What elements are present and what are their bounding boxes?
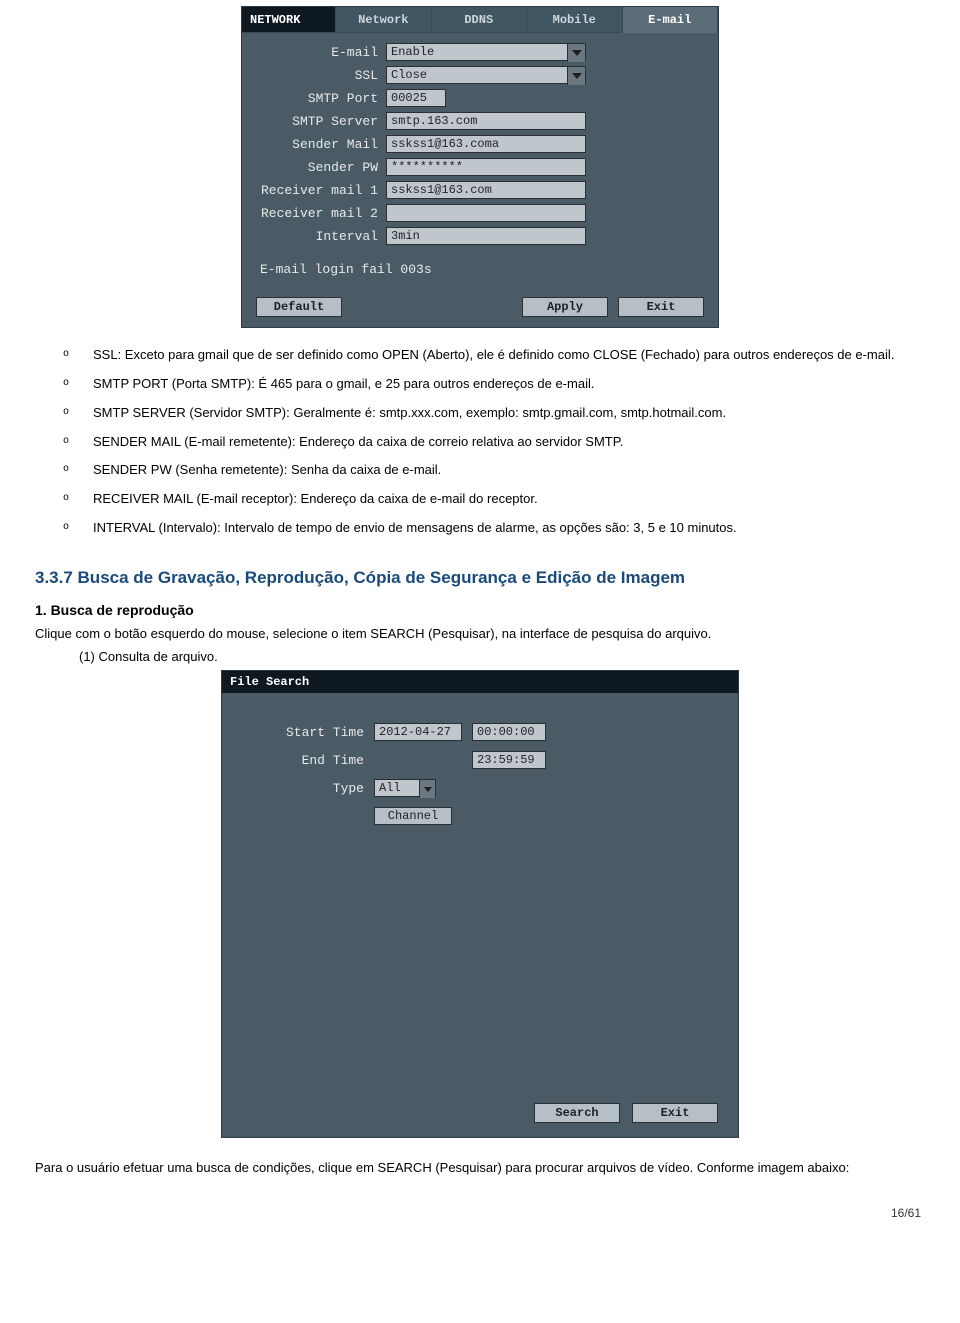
- page-number: 16/61: [35, 1206, 925, 1220]
- network-email-panel: NETWORK Network DDNS Mobile E-mail E-mai…: [241, 6, 719, 328]
- exit-button[interactable]: Exit: [632, 1103, 718, 1123]
- ssl-label: SSL: [256, 68, 378, 83]
- interval-input[interactable]: 3min: [386, 227, 586, 245]
- type-label: Type: [236, 781, 364, 796]
- sender-pw-label: Sender PW: [256, 160, 378, 175]
- apply-button[interactable]: Apply: [522, 297, 608, 317]
- chevron-down-icon: [567, 44, 585, 62]
- sender-mail-label: Sender Mail: [256, 137, 378, 152]
- bullet-ssl: SSL: Exceto para gmail que de ser defini…: [63, 346, 925, 375]
- receiver2-label: Receiver mail 2: [256, 206, 378, 221]
- email-enable-label: E-mail: [256, 45, 378, 60]
- smtp-server-input[interactable]: smtp.163.com: [386, 112, 586, 130]
- type-select[interactable]: All: [374, 779, 436, 797]
- bullet-smtp-port: SMTP PORT (Porta SMTP): É 465 para o gma…: [63, 375, 925, 404]
- ssl-value: Close: [391, 68, 427, 82]
- start-time-label: Start Time: [236, 725, 364, 740]
- tab-ddns[interactable]: DDNS: [432, 7, 527, 33]
- channel-button[interactable]: Channel: [374, 807, 452, 825]
- chevron-down-icon: [419, 780, 435, 798]
- end-time-input[interactable]: 23:59:59: [472, 751, 546, 769]
- tab-mobile[interactable]: Mobile: [527, 7, 622, 33]
- bullet-smtp-server: SMTP SERVER (Servidor SMTP): Geralmente …: [63, 404, 925, 433]
- section-heading-337: 3.3.7 Busca de Gravação, Reprodução, Cóp…: [35, 568, 925, 588]
- tab-network-caption: NETWORK: [242, 7, 336, 33]
- file-search-panel: File Search Start Time 2012-04-27 00:00:…: [221, 670, 739, 1138]
- search-lead-paragraph: Clique com o botão esquerdo do mouse, se…: [35, 624, 925, 644]
- smtp-port-input[interactable]: 00025: [386, 89, 446, 107]
- tab-network[interactable]: Network: [336, 7, 431, 33]
- chevron-down-icon: [567, 67, 585, 85]
- interval-label: Interval: [256, 229, 378, 244]
- sender-pw-input[interactable]: **********: [386, 158, 586, 176]
- search-button[interactable]: Search: [534, 1103, 620, 1123]
- smtp-port-label: SMTP Port: [256, 91, 378, 106]
- email-enable-value: Enable: [391, 45, 434, 59]
- tab-email[interactable]: E-mail: [623, 7, 718, 33]
- bullet-sender-pw: SENDER PW (Senha remetente): Senha da ca…: [63, 461, 925, 490]
- email-form: E-mail Enable SSL Close SMTP Port 00025 …: [242, 33, 718, 289]
- start-date-input[interactable]: 2012-04-27: [374, 723, 462, 741]
- file-search-button-bar: Search Exit: [222, 1093, 738, 1137]
- tail-paragraph: Para o usuário efetuar uma busca de cond…: [35, 1158, 925, 1178]
- subheading-search-playback: 1. Busca de reprodução: [35, 602, 925, 618]
- bullet-receiver: RECEIVER MAIL (E-mail receptor): Endereç…: [63, 490, 925, 519]
- receiver2-input[interactable]: [386, 204, 586, 222]
- email-login-status: E-mail login fail 003s: [256, 250, 704, 287]
- ssl-select[interactable]: Close: [386, 66, 586, 84]
- email-button-bar: Default Apply Exit: [242, 289, 718, 327]
- bullet-interval: INTERVAL (Intervalo): Intervalo de tempo…: [63, 519, 925, 548]
- enum-file-consultation: (1) Consulta de arquivo.: [35, 649, 925, 664]
- sender-mail-input[interactable]: sskss1@163.coma: [386, 135, 586, 153]
- email-enable-select[interactable]: Enable: [386, 43, 586, 61]
- end-time-label: End Time: [236, 753, 364, 768]
- receiver1-input[interactable]: sskss1@163.com: [386, 181, 586, 199]
- default-button[interactable]: Default: [256, 297, 342, 317]
- smtp-server-label: SMTP Server: [256, 114, 378, 129]
- file-search-title: File Search: [222, 671, 738, 693]
- bullet-sender-mail: SENDER MAIL (E-mail remetente): Endereço…: [63, 433, 925, 462]
- type-value: All: [379, 781, 401, 795]
- network-tabs: NETWORK Network DDNS Mobile E-mail: [242, 7, 718, 33]
- start-time-input[interactable]: 00:00:00: [472, 723, 546, 741]
- email-field-descriptions: SSL: Exceto para gmail que de ser defini…: [35, 346, 925, 548]
- receiver1-label: Receiver mail 1: [256, 183, 378, 198]
- file-search-results-area: [236, 835, 724, 1085]
- exit-button[interactable]: Exit: [618, 297, 704, 317]
